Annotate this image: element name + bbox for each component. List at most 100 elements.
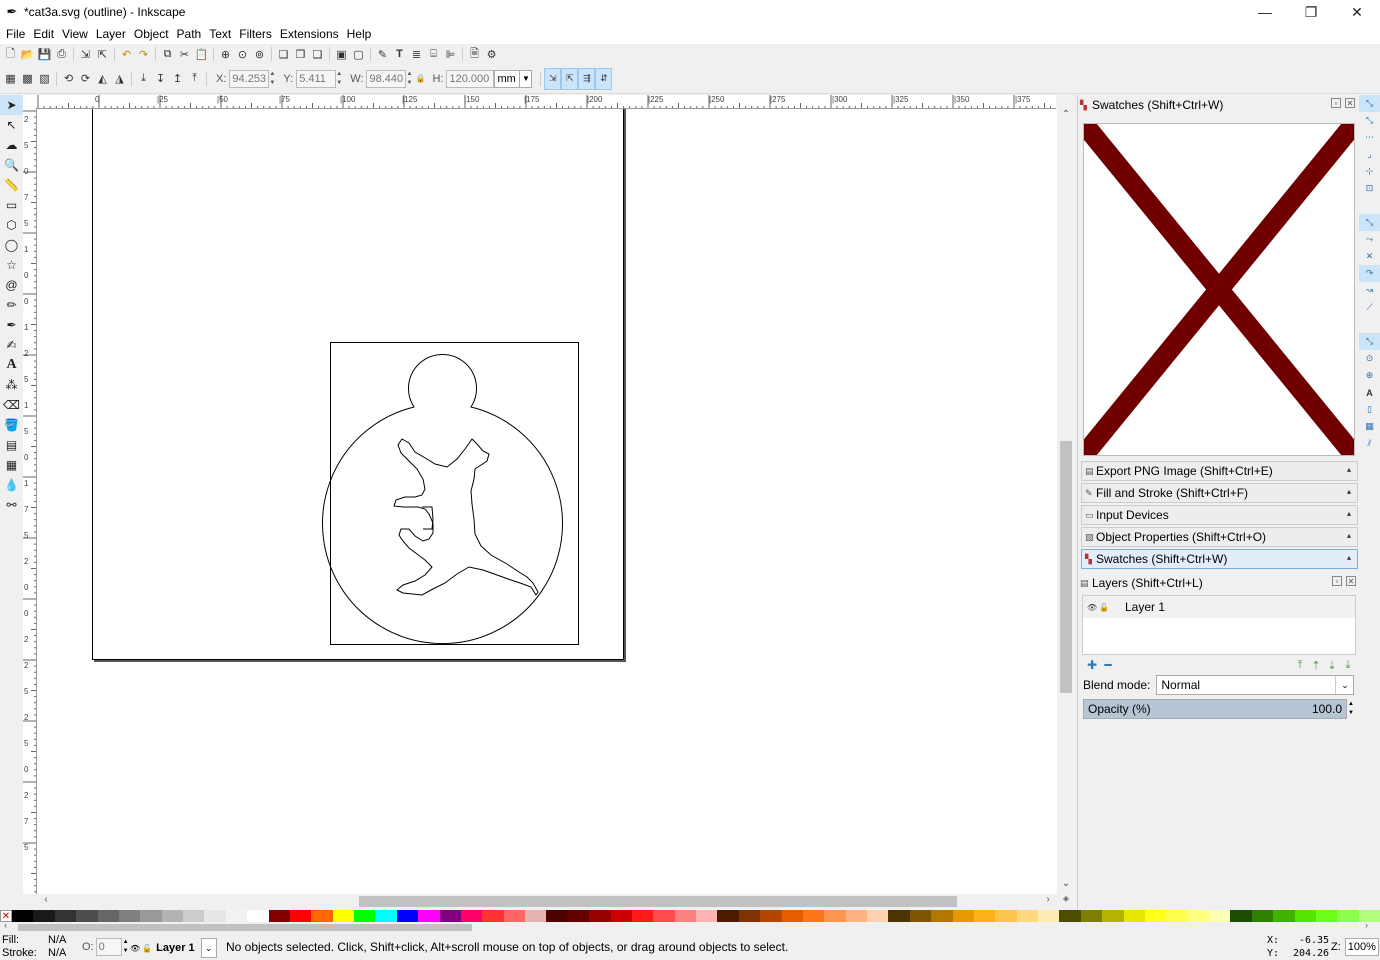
vertical-ruler[interactable]: 2 5 0 7 5 1 0 0 1 2 5 1 5 0 1 7 5 2 0 0 2 2 5 2 5 0 2 7 5 [23, 109, 37, 894]
menu-filters[interactable]: Filters [235, 27, 276, 41]
palette-swatch[interactable] [1123, 910, 1145, 922]
snap-path-icon[interactable]: ⤳ [1359, 231, 1380, 248]
fill-stroke-icon[interactable]: ✎ [374, 46, 391, 63]
scale-stroke-toggle[interactable]: ⇲ [544, 67, 562, 90]
w-input[interactable] [366, 69, 407, 88]
palette-swatch[interactable] [1016, 910, 1038, 922]
palette-swatch[interactable] [546, 910, 568, 922]
palette-swatch[interactable] [225, 910, 248, 922]
snap-intersection-icon[interactable]: ✕ [1359, 248, 1380, 265]
snap-center-icon[interactable]: ⊙ [1359, 350, 1380, 367]
snap-bbox-icon[interactable]: ⤡ [1359, 112, 1380, 129]
palette-swatch[interactable] [931, 910, 953, 922]
zoom-input[interactable]: 100% [1344, 938, 1379, 956]
zoom-page-icon[interactable]: ⊚ [251, 46, 268, 63]
palette-swatch[interactable] [161, 910, 183, 922]
opacity-status-input[interactable] [95, 938, 122, 956]
dock-float-button[interactable]: ▫ [1331, 98, 1341, 108]
layer-to-top-icon[interactable]: ⤒ [1292, 659, 1308, 672]
lower-to-bottom-icon[interactable]: ⤓ [135, 70, 152, 87]
snap-bbox-center-icon[interactable]: ⊡ [1359, 180, 1380, 197]
export-png-dialog-tab[interactable]: ▤ Export PNG Image (Shift+Ctrl+E) ▴ [1081, 461, 1358, 481]
x-spinbox[interactable]: ▲▼ [229, 69, 277, 88]
snap-bbox-corner-icon[interactable]: ⌟ [1359, 146, 1380, 163]
palette-swatch[interactable] [97, 910, 119, 922]
palette-swatch[interactable] [567, 910, 590, 922]
palette-swatch[interactable] [396, 910, 419, 922]
spray-tool-icon[interactable]: ⁂ [0, 375, 23, 395]
snap-enable-icon[interactable]: ⤡ [1359, 95, 1380, 112]
palette-swatch[interactable] [503, 910, 525, 922]
y-spinbox[interactable]: ▲▼ [296, 69, 344, 88]
raise-icon[interactable]: ↥ [169, 70, 186, 87]
menu-help[interactable]: Help [343, 27, 376, 41]
rectangle-tool-icon[interactable]: ▭ [0, 195, 23, 215]
palette-swatch[interactable] [1144, 910, 1167, 922]
fill-stroke-values[interactable]: N/A N/A [48, 934, 66, 960]
layer-dropdown-button[interactable]: ⌄ [200, 938, 217, 958]
minimize-button[interactable]: — [1242, 0, 1288, 24]
transform-patterns-toggle[interactable]: ⇵ [595, 67, 613, 90]
spiral-tool-icon[interactable]: @ [0, 275, 23, 295]
snap-bbox-edge-icon[interactable]: ⋯ [1359, 129, 1380, 146]
palette-swatch[interactable] [33, 910, 55, 922]
menu-view[interactable]: View [58, 27, 92, 41]
scroll-left-icon[interactable]: ‹ [39, 894, 53, 908]
dock-close-button[interactable]: ✕ [1346, 576, 1356, 586]
document-properties-icon[interactable]: 🗎 [466, 46, 483, 63]
close-button[interactable]: ✕ [1334, 0, 1380, 24]
menu-file[interactable]: File [2, 27, 29, 41]
palette-swatch[interactable] [952, 910, 974, 922]
palette-swatch[interactable] [268, 910, 290, 922]
add-layer-icon[interactable]: ✚ [1084, 658, 1100, 672]
deselect-icon[interactable]: ▧ [36, 70, 53, 87]
import-icon[interactable]: ⇲ [77, 46, 94, 63]
selector-tool-icon[interactable]: ➤ [0, 95, 23, 115]
palette-swatch[interactable] [824, 910, 846, 922]
scroll-right-icon[interactable]: › [1041, 894, 1055, 908]
fill-value[interactable]: N/A [48, 934, 66, 947]
palette-swatch[interactable] [653, 910, 675, 922]
palette-swatch[interactable] [1337, 910, 1359, 922]
layer-row[interactable]: 👁 🔓 Layer 1 [1083, 596, 1355, 618]
dock-float-button[interactable]: ▫ [1332, 576, 1342, 586]
swatches-dialog-tab[interactable]: ▚ Swatches (Shift+Ctrl+W) ▴ [1081, 549, 1358, 569]
zoom-selection-icon[interactable]: ⊕ [217, 46, 234, 63]
palette-swatch[interactable] [54, 910, 77, 922]
palette-swatch[interactable] [1209, 910, 1231, 922]
star-tool-icon[interactable]: ☆ [0, 255, 23, 275]
opacity-slider[interactable]: Opacity (%) 100.0 [1083, 699, 1347, 719]
transform-gradients-toggle[interactable]: ⇶ [578, 67, 596, 90]
palette-swatch[interactable] [118, 910, 141, 922]
xml-editor-icon[interactable]: ⌸ [425, 46, 442, 63]
palette-swatch[interactable] [1166, 910, 1188, 922]
palette-swatch[interactable] [845, 910, 867, 922]
unit-select[interactable]: mm ▼ [494, 69, 533, 88]
flip-vertical-icon[interactable]: ◮ [111, 70, 128, 87]
mesh-tool-icon[interactable]: ▦ [0, 455, 23, 475]
palette-swatch[interactable] [311, 910, 333, 922]
gradient-tool-icon[interactable]: ▤ [0, 435, 23, 455]
h-input[interactable] [446, 69, 495, 88]
layer-raise-icon[interactable]: ⇡ [1308, 659, 1324, 672]
layer-name[interactable]: Layer 1 [1125, 600, 1165, 614]
horizontal-scroll-thumb[interactable] [359, 896, 957, 907]
palette-swatch[interactable] [909, 910, 932, 922]
lower-icon[interactable]: ↧ [152, 70, 169, 87]
layer-to-bottom-icon[interactable]: ⤓ [1340, 659, 1356, 672]
palette-swatch[interactable] [696, 910, 718, 922]
palette-swatch[interactable] [631, 910, 654, 922]
ellipse-tool-icon[interactable]: ◯ [0, 235, 23, 255]
palette-swatch[interactable] [802, 910, 825, 922]
palette-swatch[interactable] [867, 910, 889, 922]
zoom-drawing-icon[interactable]: ⊙ [234, 46, 251, 63]
copy-icon[interactable]: ⧉ [159, 46, 176, 63]
snap-cusp-icon[interactable]: ↷ [1359, 265, 1380, 282]
menu-layer[interactable]: Layer [92, 27, 130, 41]
restore-button[interactable]: ❐ [1288, 0, 1334, 24]
zoom-tool-icon[interactable]: 🔍 [0, 155, 23, 175]
object-properties-dialog-tab[interactable]: ▧ Object Properties (Shift+Ctrl+O) ▴ [1081, 527, 1358, 547]
spin-arrows-icon[interactable]: ▲ ▼ [123, 938, 129, 956]
remove-layer-icon[interactable]: ━ [1100, 658, 1116, 672]
ungroup-icon[interactable]: ▢ [350, 46, 367, 63]
